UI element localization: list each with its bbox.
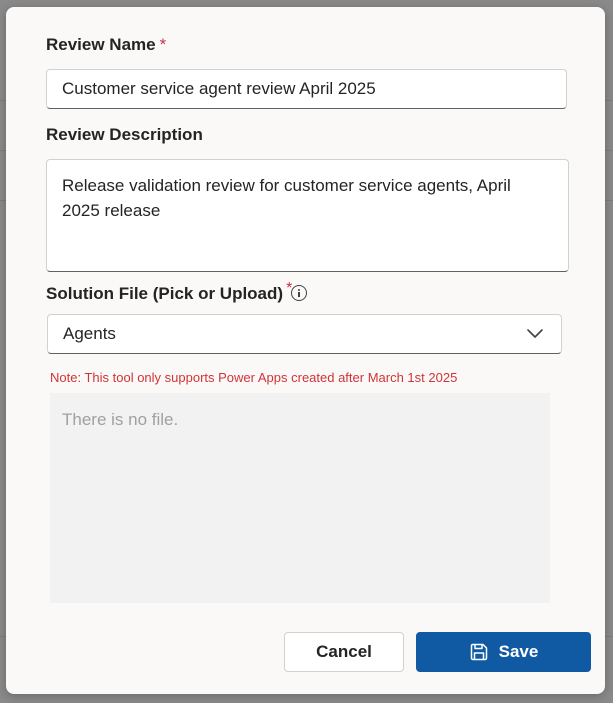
chevron-down-icon <box>527 329 543 338</box>
required-marker: * <box>159 35 167 54</box>
review-description-textarea[interactable]: Release validation review for customer s… <box>46 159 569 272</box>
review-name-label-text: Review Name <box>46 35 156 54</box>
review-description-value: Release validation review for customer s… <box>62 176 511 220</box>
cancel-button[interactable]: Cancel <box>284 632 404 672</box>
solution-file-label: Solution File (Pick or Upload) * <box>46 280 292 304</box>
solution-file-label-text: Solution File (Pick or Upload) <box>46 284 284 303</box>
edit-review-dialog: Review Name * Customer service agent revi… <box>6 7 605 694</box>
review-name-label: Review Name * <box>46 35 166 55</box>
file-empty-text: There is no file. <box>62 410 179 429</box>
save-icon <box>470 643 487 661</box>
solution-file-dropdown[interactable]: Agents <box>47 314 562 354</box>
cancel-button-label: Cancel <box>316 642 372 661</box>
review-description-label: Review Description <box>46 125 203 144</box>
review-name-input[interactable]: Customer service agent review April 2025 <box>46 69 567 109</box>
save-button-label: Save <box>498 642 539 661</box>
info-icon[interactable] <box>291 285 307 301</box>
compatibility-note: Note: This tool only supports Power Apps… <box>50 370 458 385</box>
solution-file-selected-value: Agents <box>63 324 116 343</box>
file-drop-area[interactable]: There is no file. <box>50 393 550 603</box>
review-name-value: Customer service agent review April 2025 <box>62 79 376 98</box>
save-button[interactable]: Save <box>416 632 591 672</box>
